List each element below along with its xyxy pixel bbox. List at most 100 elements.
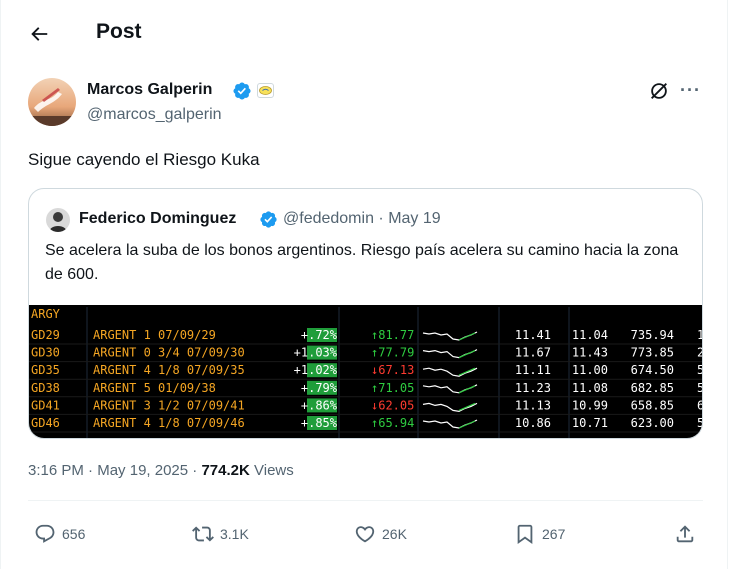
terminal-value-b: 11.08 (572, 381, 608, 395)
terminal-description: ARGENT 0 3/4 07/09/30 (93, 346, 245, 360)
like-icon (355, 526, 375, 543)
terminal-description: ARGENT 1 07/09/29 (93, 328, 216, 342)
terminal-value-b: 10.71 (572, 416, 608, 430)
author-avatar[interactable] (28, 78, 76, 126)
views-label: Views (249, 462, 294, 479)
meta-separator: · (188, 462, 202, 479)
terminal-price: ↑77.79 (371, 346, 414, 360)
terminal-sparkline-trend (458, 350, 476, 359)
page-title: Post (96, 20, 142, 43)
views-count: 774.2K (201, 462, 250, 479)
terminal-value-b: 11.04 (572, 328, 608, 342)
terminal-change: +.79% (301, 381, 338, 395)
terminal-sparkline-trend (458, 420, 476, 429)
quoted-date[interactable]: May 19 (388, 210, 440, 227)
terminal-description: ARGENT 4 1/8 07/09/46 (93, 416, 245, 430)
terminal-value-c: 658.85 (631, 398, 674, 412)
share-icon (676, 525, 694, 543)
terminal-value-d: 1 (697, 328, 703, 342)
terminal-description: ARGENT 3 1/2 07/09/41 (93, 398, 245, 412)
terminal-sparkline (422, 402, 478, 413)
terminal-description: ARGENT 4 1/8 07/09/35 (93, 363, 245, 377)
terminal-change: +.72% (301, 328, 338, 342)
bookmark-button[interactable]: 267 (514, 520, 565, 548)
divider (28, 500, 703, 501)
terminal-ticker: GD46 (31, 416, 60, 430)
page-header: Post (0, 0, 728, 66)
grok-icon[interactable] (648, 80, 670, 102)
post-time[interactable]: 3:16 PM (28, 462, 84, 479)
author-handle[interactable]: @marcos_galperin (87, 106, 222, 124)
terminal-ticker: GD30 (31, 346, 60, 360)
like-count: 26K (382, 526, 407, 542)
bookmark-icon (517, 524, 533, 545)
terminal-sparkline-trend (458, 402, 476, 411)
terminal-sparkline-trend (458, 367, 476, 376)
verified-badge-icon (233, 82, 251, 100)
meta-separator: · (83, 462, 98, 479)
repost-icon (192, 526, 214, 542)
terminal-value-d: 5 (697, 416, 703, 430)
terminal-sparkline (422, 367, 478, 377)
terminal-price: ↓62.05 (371, 398, 414, 412)
terminal-price: ↑81.77 (371, 328, 414, 342)
terminal-header: ARGY (31, 307, 61, 321)
terminal-value-d: 6 (697, 398, 703, 412)
terminal-change: +1.03% (294, 346, 338, 360)
repost-count: 3.1K (220, 526, 249, 542)
terminal-value-c: 674.50 (631, 363, 674, 377)
terminal-value-d: 5 (697, 381, 703, 395)
affiliate-badge-icon[interactable] (257, 83, 274, 98)
terminal-change: +.85% (301, 416, 338, 430)
terminal-value-a: 11.67 (515, 346, 551, 360)
terminal-ticker: GD38 (31, 381, 60, 395)
quoted-terminal-image[interactable]: ARGY GD29 ARGENT 1 07/09/29 +.72% ↑81.77 11.4… (29, 305, 703, 439)
terminal-ticker: GD29 (31, 328, 60, 342)
quoted-author-avatar[interactable] (46, 208, 70, 232)
terminal-value-d: 2 (697, 346, 703, 360)
reply-icon (35, 524, 55, 543)
post-date[interactable]: May 19, 2025 (97, 462, 188, 479)
author-name[interactable]: Marcos Galperin (87, 81, 212, 99)
terminal-ticker: GD35 (31, 363, 60, 377)
post-text: Sigue cayendo el Riesgo Kuka (28, 150, 260, 169)
terminal-value-a: 11.11 (515, 363, 551, 377)
share-button[interactable] (674, 520, 696, 548)
terminal-price: ↑71.05 (371, 381, 414, 395)
terminal-value-b: 11.43 (572, 346, 608, 360)
terminal-value-b: 10.99 (572, 398, 608, 412)
terminal-price: ↑65.94 (371, 416, 414, 430)
terminal-value-a: 11.23 (515, 381, 551, 395)
bookmark-count: 267 (542, 526, 566, 542)
post-meta: 3:16 PM · May 19, 2025 · 774.2K Views (28, 462, 294, 479)
like-button[interactable]: 26K (354, 520, 407, 548)
terminal-value-a: 10.86 (515, 416, 551, 430)
quoted-post[interactable]: Federico Dominguez @fededomin · May 19 S… (28, 188, 703, 439)
terminal-value-c: 682.85 (631, 381, 674, 395)
terminal-description: ARGENT 5 01/09/38 (93, 381, 216, 395)
terminal-sparkline-trend (458, 385, 476, 394)
terminal-price: ↓67.13 (371, 363, 414, 377)
terminal-value-c: 773.85 (631, 346, 674, 360)
meta-separator: · (373, 210, 389, 227)
repost-button[interactable]: 3.1K (192, 520, 249, 548)
terminal-ticker: GD41 (31, 398, 60, 412)
back-arrow-icon (31, 27, 48, 41)
terminal-value-a: 11.13 (515, 398, 551, 412)
terminal-value-d: 5 (697, 363, 703, 377)
terminal-value-c: 735.94 (631, 328, 674, 342)
terminal-value-b: 11.00 (572, 363, 608, 377)
verified-badge-icon (260, 211, 277, 228)
terminal-sparkline-trend (458, 332, 476, 341)
reply-count: 656 (62, 526, 86, 542)
terminal-value-c: 623.00 (631, 416, 674, 430)
terminal-change: +1.02% (294, 363, 338, 377)
quoted-meta: @fededomin · May 19 (283, 210, 441, 228)
quoted-text: Se acelera la suba de los bonos argentin… (45, 242, 679, 283)
quoted-handle[interactable]: @fededomin (283, 210, 374, 227)
more-icon[interactable]: ··· (680, 80, 701, 101)
terminal-value-a: 11.41 (515, 328, 551, 342)
back-button[interactable] (22, 17, 56, 51)
reply-button[interactable]: 656 (34, 520, 85, 548)
quoted-author-name[interactable]: Federico Dominguez (79, 210, 236, 228)
